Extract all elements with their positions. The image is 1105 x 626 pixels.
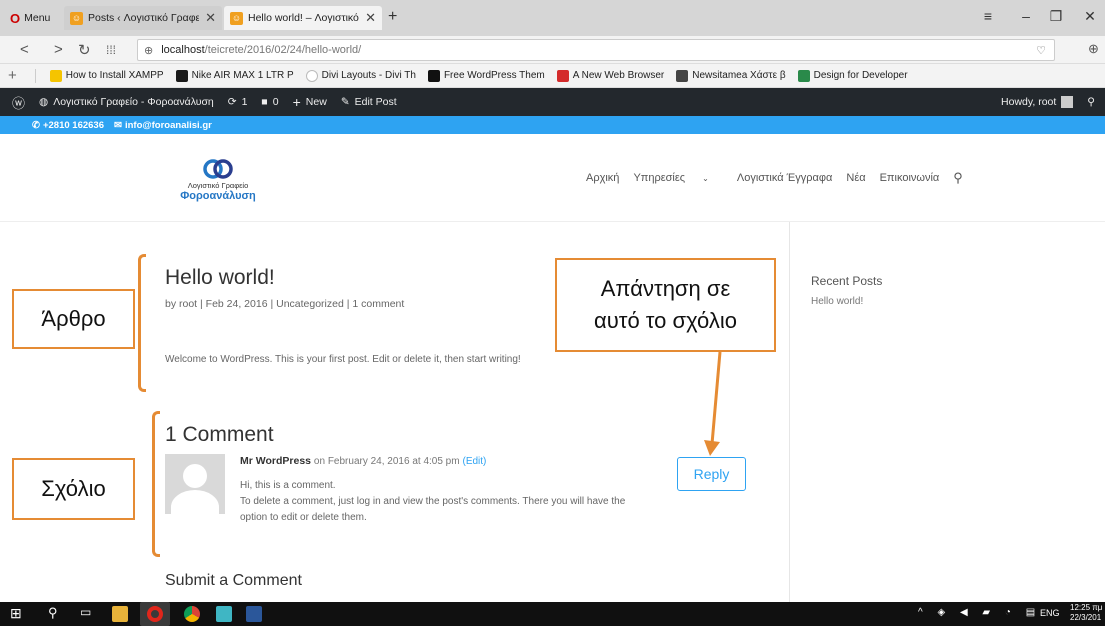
windows-start-icon[interactable]: ⊞ [10,605,22,622]
language-indicator[interactable]: ENG [1040,608,1060,618]
tab-posts[interactable]: ☺ Posts ‹ Λογιστικό Γραφείο ✕ [64,6,222,30]
annotation-brace-article [138,254,146,392]
site-name-link[interactable]: ◍ Λογιστικό Γραφείο - Φοροανάλυση [39,96,214,108]
close-tab-icon[interactable]: ✕ [359,10,376,26]
opera-logo-icon: O [10,10,21,26]
bookmark-item[interactable]: How to Install XAMPP [49,69,164,82]
bookmark-item[interactable]: Divi Layouts - Divi Th [305,69,416,82]
wordpress-logo-icon[interactable]: ⓦ [12,93,25,112]
annotation-article: Άρθρο [12,289,135,349]
chevron-down-icon: ⌄ [702,174,709,183]
annotation-reply: Απάντηση σε αυτό το σχόλιο [555,258,776,352]
file-explorer-icon[interactable] [112,606,128,622]
windows-taskbar: ⊞ ⚲ ▭ ^ ◈ ◀ ▰ ◔ ▤ ENG 12:25 πμ 22/3/201 [0,602,1105,626]
bookmark-favicon-icon [427,69,440,82]
post-meta: by root | Feb 24, 2016 | Uncategorized |… [165,298,405,310]
post-body: Welcome to WordPress. This is your first… [165,354,521,365]
avatar [165,454,225,514]
main-nav: Αρχική Υπηρεσίες ⌄ Λογιστικά Έγγραφα Νέα… [586,170,977,186]
bookmark-favicon-icon [797,69,810,82]
submit-comment-heading: Submit a Comment [165,572,302,589]
reload-icon[interactable]: ↻ [78,41,91,59]
email-icon: ✉ [114,119,122,131]
nav-item-services[interactable]: Υπηρεσίες ⌄ [633,172,722,186]
bookmark-item[interactable]: Free WordPress Them [427,69,545,82]
address-bar-row: < > ↻ ⁞⁞⁞ ⊕ localhost/teicrete/2016/02/2… [0,36,1105,64]
bookmark-favicon-icon [49,69,62,82]
nav-item-contact[interactable]: Επικοινωνία [880,172,940,186]
comment-bubble-icon: ■ [261,96,268,108]
email-link[interactable]: info@foroanalisi.gr [125,120,212,131]
site-favicon-icon: ☺ [230,11,243,25]
bookmark-favicon-icon [175,69,188,82]
tab-menu-icon[interactable]: ≡ [968,8,1008,24]
plus-icon: + [292,94,301,110]
nav-item-documents[interactable]: Λογιστικά Έγγραφα [737,172,833,186]
bookmark-item[interactable]: Newsitamea Χάστε β [676,69,786,82]
browser-tab-bar: O Menu ☺ Posts ‹ Λογιστικό Γραφείο ✕ ☺ H… [0,0,1105,36]
post-title: Hello world! [165,266,275,289]
sidebar-divider [789,222,790,602]
word-icon[interactable] [246,606,262,622]
comment-meta: Mr WordPress on February 24, 2016 at 4:0… [240,455,487,467]
reply-button[interactable]: Reply [677,457,746,491]
wp-admin-bar: ⓦ ◍ Λογιστικό Γραφείο - Φοροανάλυση ⟳ 1 ■ 0… [0,88,1105,116]
updates-icon: ⟳ [227,96,237,108]
bookmark-item[interactable]: Design for Developer [797,69,908,82]
search-icon[interactable]: ⚲ [1087,96,1095,108]
recent-post-link[interactable]: Hello world! [811,296,863,307]
globe-icon: ⊕ [144,44,154,57]
task-view-icon[interactable]: ▭ [80,605,91,619]
bookmarks-bar: + How to Install XAMPP Nike AIR MAX 1 LT… [0,64,1105,88]
nav-item-home[interactable]: Αρχική [586,172,619,186]
annotation-arrow [704,351,722,456]
comments-heading: 1 Comment [165,423,274,446]
pencil-icon: ✎ [340,96,350,108]
heart-icon[interactable]: ♡ [1036,44,1046,57]
opera-menu-button[interactable]: O Menu [4,6,62,30]
search-icon[interactable]: ⚲ [48,605,58,621]
bookmark-favicon-icon [676,69,689,82]
annotation-brace-comment [152,411,160,557]
new-content-link[interactable]: + New [293,94,327,110]
close-window-icon[interactable]: ✕ [1070,8,1105,25]
top-info-bar: ✆ +2810 162636 ✉ info@foroanalisi.gr [0,116,1105,134]
download-icon[interactable]: ⊕ [1088,41,1099,57]
avatar [1061,96,1074,108]
site-header: Λογιστικό Γραφείο Φοροανάλυση Αρχική Υπη… [0,134,1105,222]
bookmark-item[interactable]: Nike AIR MAX 1 LTR P [175,69,294,82]
site-logo[interactable]: Λογιστικό Γραφείο Φοροανάλυση [168,158,268,202]
clock[interactable]: 12:25 πμ 22/3/201 [1070,603,1102,623]
speed-dial-icon[interactable]: ⁞⁞⁞ [106,43,116,57]
forward-icon[interactable]: > [54,41,63,58]
add-bookmark-icon[interactable]: + [8,67,17,84]
system-tray-icons[interactable]: ^ ◈ ◀ ▰ ◔ ▤ [918,607,1041,618]
comment-text: Hi, this is a comment. To delete a comme… [240,480,626,523]
nav-item-news[interactable]: Νέα [846,172,865,186]
site-favicon-icon: ☺ [70,11,83,25]
sidebar-heading: Recent Posts [811,274,883,288]
logo-icon [203,159,233,179]
bookmark-favicon-icon [305,69,318,82]
edit-post-link[interactable]: ✎ Edit Post [341,96,397,108]
url-input[interactable]: ⊕ localhost/teicrete/2016/02/24/hello-wo… [137,39,1055,61]
new-tab-button[interactable]: + [388,8,397,26]
back-icon[interactable]: < [20,41,29,58]
app-icon[interactable] [216,606,232,622]
phone-icon: ✆ [32,119,40,131]
dashboard-icon: ◍ [39,96,49,108]
edit-comment-link[interactable]: (Edit) [463,456,487,467]
close-tab-icon[interactable]: ✕ [199,10,216,26]
opera-taskbar-icon[interactable] [140,602,170,626]
chrome-icon[interactable] [184,606,200,622]
bookmark-item[interactable]: A New Web Browser [556,69,664,82]
account-menu[interactable]: Howdy, root [1001,96,1074,108]
tab-hello-world[interactable]: ☺ Hello world! – Λογιστικό Γ ✕ [224,6,382,30]
comments-link[interactable]: ■ 0 [261,96,278,108]
bookmark-favicon-icon [556,69,569,82]
updates-link[interactable]: ⟳ 1 [228,96,248,108]
search-icon[interactable]: ⚲ [953,170,963,186]
annotation-comment: Σχόλιο [12,458,135,520]
